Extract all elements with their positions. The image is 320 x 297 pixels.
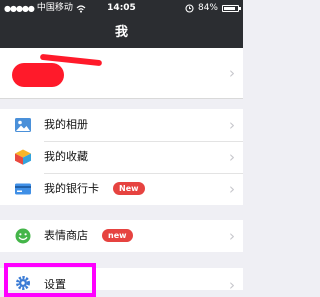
menu-item-label: 我的银行卡: [44, 182, 99, 195]
settings-highlight-box: [4, 263, 96, 297]
alarm-clock-icon: [185, 4, 194, 13]
bank-card-icon: [15, 183, 31, 195]
chevron-right-icon: ›: [229, 180, 235, 198]
battery-percent: 84%: [197, 3, 218, 13]
menu-item-label: 我的收藏: [44, 150, 88, 163]
menu-item-favorites[interactable]: 我的收藏 ›: [0, 141, 243, 173]
new-badge: new: [102, 229, 133, 242]
chevron-right-icon: ›: [229, 116, 235, 134]
status-bar: ●●●●● 中国移动 14:05 84%: [0, 0, 243, 17]
photo-album-icon: [15, 118, 31, 132]
menu-item-bank-card[interactable]: 我的银行卡 New ›: [0, 173, 243, 205]
menu-item-label: 表情商店: [44, 229, 88, 242]
menu-item-album[interactable]: 我的相册 ›: [0, 109, 243, 141]
menu-group-personal: 我的相册 › 我的收藏 › 我的银行卡 New ›: [0, 109, 243, 205]
sticker-smiley-icon: [15, 228, 31, 244]
menu-group-store: 表情商店 new ›: [0, 220, 243, 252]
favorites-cube-icon: [15, 149, 31, 165]
page-title: 我: [0, 17, 243, 48]
profile-row[interactable]: ›: [0, 48, 243, 99]
chevron-right-icon: ›: [229, 64, 235, 82]
chevron-right-icon: ›: [229, 148, 235, 166]
new-badge: New: [113, 182, 145, 195]
menu-item-label: 我的相册: [44, 118, 88, 131]
chevron-right-icon: ›: [229, 227, 235, 245]
chevron-right-icon: ›: [229, 276, 235, 290]
menu-item-sticker-store[interactable]: 表情商店 new ›: [0, 220, 243, 252]
status-right: 84%: [185, 0, 241, 17]
battery-icon: [222, 5, 241, 12]
